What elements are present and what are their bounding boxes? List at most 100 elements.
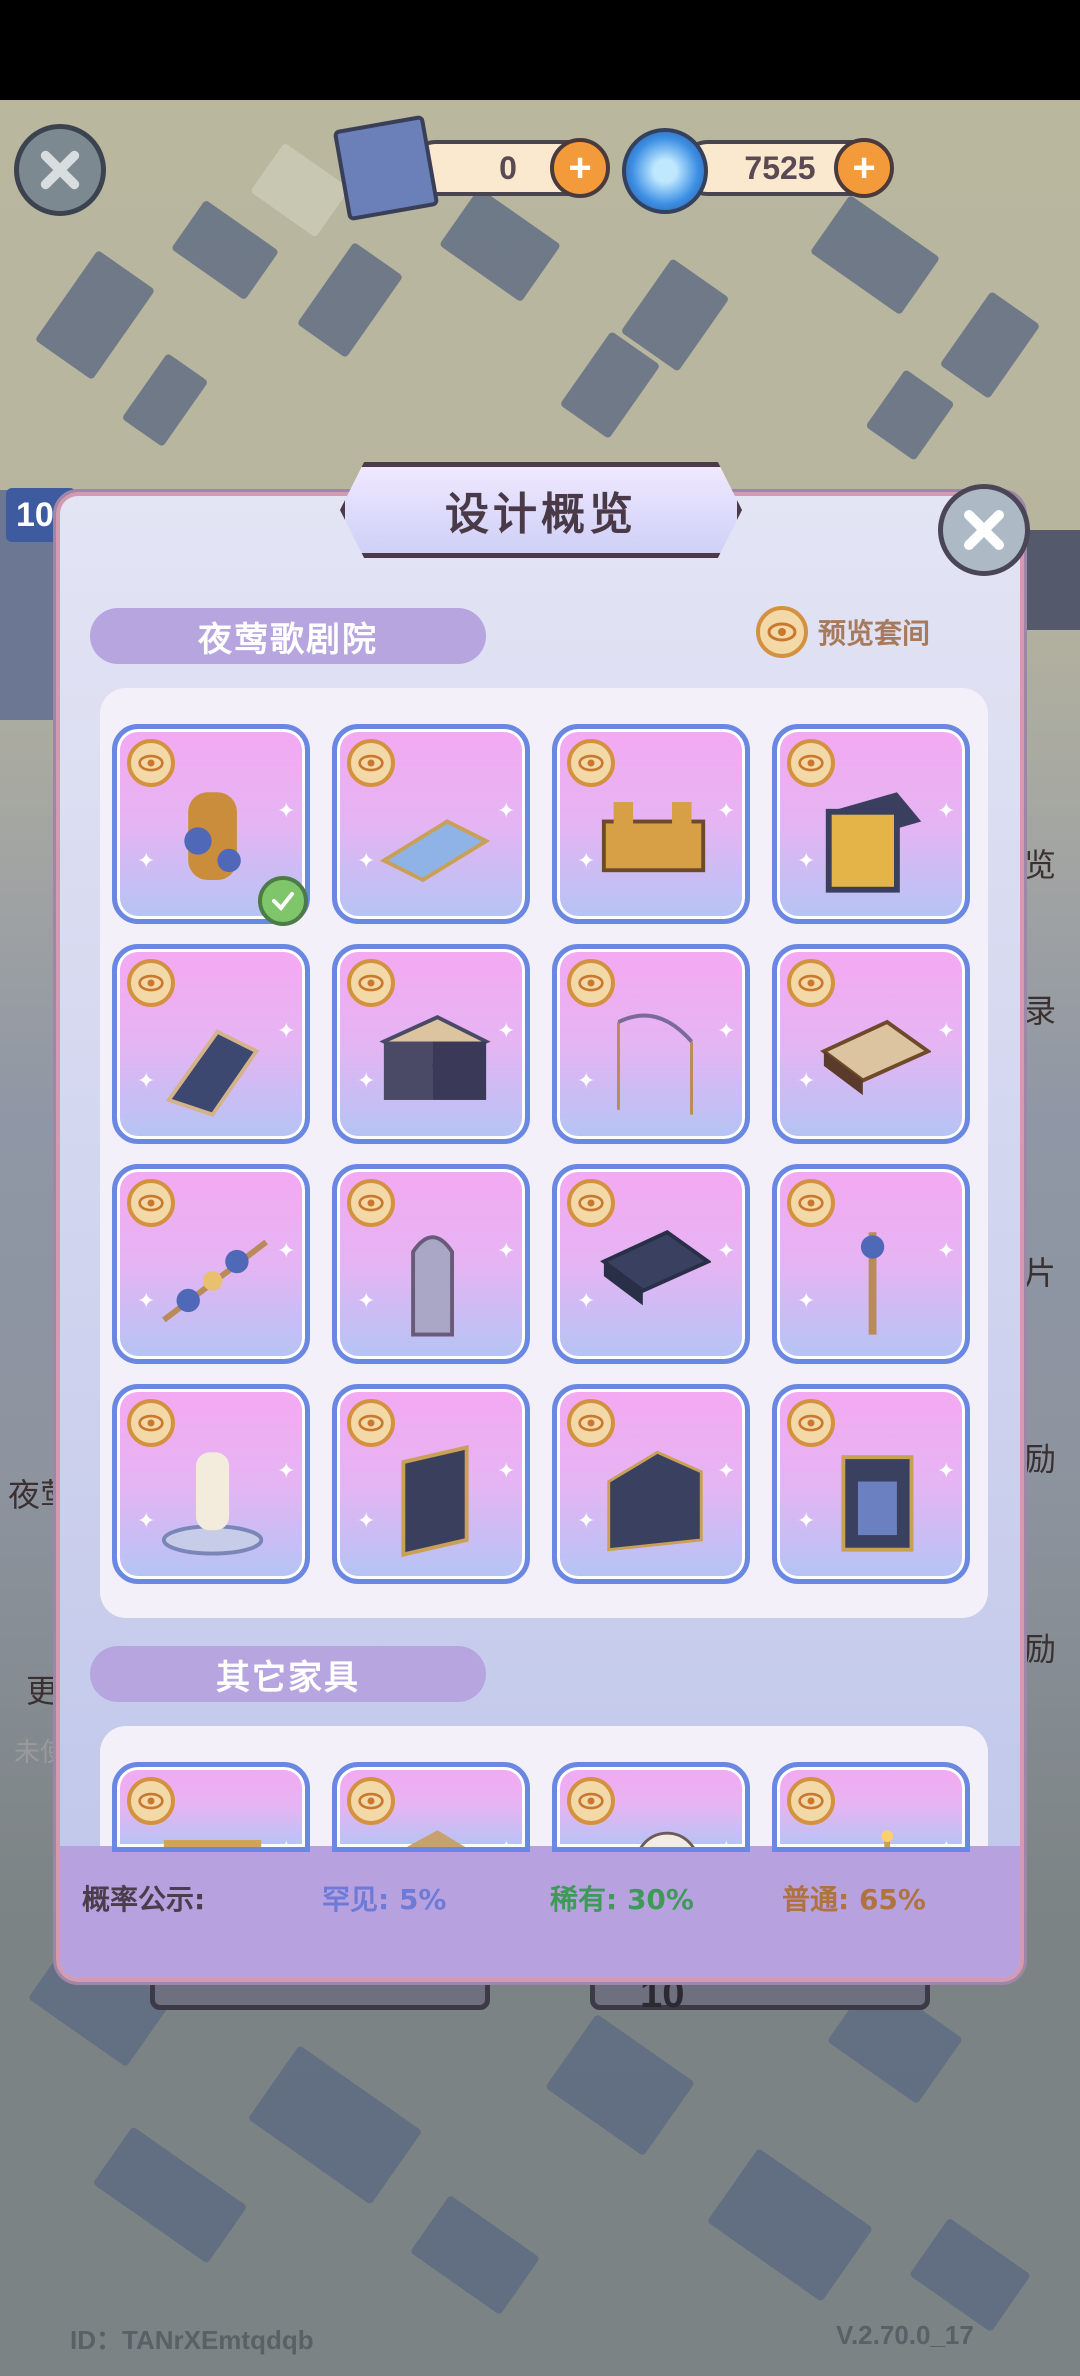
eye-icon[interactable] [127, 739, 175, 787]
other-furniture-card[interactable]: ✦✦ [772, 1762, 970, 1852]
owned-check-icon [258, 876, 308, 926]
furniture-icon [639, 1831, 695, 1847]
close-icon [964, 510, 1004, 550]
furniture-icon [165, 1029, 260, 1117]
opera-furniture-card[interactable]: ✦ ✦ [332, 1384, 530, 1584]
eye-icon[interactable] [347, 1179, 395, 1227]
eye-icon[interactable] [787, 739, 835, 787]
sparkle-icon: ✦ [357, 849, 376, 874]
opera-furniture-card[interactable]: ✦ ✦ [772, 724, 970, 924]
eye-icon[interactable] [347, 1777, 395, 1825]
scroll-count: 0 [499, 149, 517, 186]
eye-icon[interactable] [127, 1399, 175, 1447]
common-rate: 普通: 65% [782, 1883, 926, 1916]
eye-icon[interactable] [567, 739, 615, 787]
sparkle-icon: ✦ [937, 1019, 956, 1044]
sparkle-icon: ✦ [277, 1239, 296, 1264]
background-label: 励 [1024, 1630, 1057, 1668]
add-gem-button[interactable]: + [834, 138, 894, 198]
eye-icon[interactable] [127, 1777, 175, 1825]
background-label: 片 [1024, 1254, 1057, 1292]
drop-rate-label: 概率公示: [82, 1883, 206, 1916]
opera-furniture-card[interactable]: ✦ ✦ [772, 1384, 970, 1584]
eye-icon[interactable] [567, 1179, 615, 1227]
sparkle-icon: ✦ [717, 799, 736, 824]
status-bar [0, 0, 1080, 100]
opera-furniture-card[interactable]: ✦ ✦ [332, 724, 530, 924]
section-title-opera: 夜莺歌剧院 [90, 608, 486, 664]
opera-furniture-card[interactable]: ✦ ✦ [552, 944, 750, 1144]
sparkle-icon: ✦ [277, 1019, 296, 1044]
eye-icon[interactable] [127, 959, 175, 1007]
furniture-icon [601, 802, 706, 873]
background-label: 更 [26, 1672, 59, 1710]
furniture-icon [162, 1239, 268, 1323]
sparkle-icon: ✦ [497, 1239, 516, 1264]
furniture-icon [600, 1230, 711, 1306]
furniture-icon [820, 1019, 931, 1096]
eye-icon[interactable] [787, 1399, 835, 1447]
furniture-icon [163, 1840, 262, 1847]
add-scroll-button[interactable]: + [550, 138, 610, 198]
sparkle-icon: ✦ [937, 799, 956, 824]
panel-close-button[interactable] [938, 484, 1030, 576]
eye-icon[interactable] [787, 959, 835, 1007]
sparkle-icon: ✦ [277, 799, 296, 824]
sparkle-icon: ✦ [577, 849, 596, 874]
furniture-icon [411, 1235, 454, 1337]
eye-icon[interactable] [347, 739, 395, 787]
uncommon-rate: 稀有: 30% [550, 1883, 694, 1916]
sparkle-icon: ✦ [797, 1069, 816, 1094]
sparkle-icon: ✦ [357, 1509, 376, 1534]
eye-icon[interactable] [567, 1777, 615, 1825]
other-furniture-card[interactable]: ✦✦ [112, 1762, 310, 1852]
panel-title: 设计概览 [340, 462, 742, 558]
eye-icon[interactable] [567, 959, 615, 1007]
eye-icon[interactable] [127, 1179, 175, 1227]
close-icon [40, 150, 80, 190]
sparkle-icon: ✦ [277, 1459, 296, 1484]
furniture-icon [401, 1444, 469, 1558]
gem-count: 7525 [744, 149, 816, 186]
sparkle-icon: ✦ [137, 1289, 156, 1314]
opera-furniture-card[interactable]: ✦ ✦ [552, 1164, 750, 1364]
eye-icon [756, 606, 808, 658]
blueprint-scroll-icon [332, 114, 440, 222]
sparkle-icon: ✦ [717, 1019, 736, 1044]
opera-furniture-card[interactable]: ✦ ✦ [332, 1164, 530, 1364]
eye-icon[interactable] [787, 1179, 835, 1227]
opera-furniture-card[interactable]: ✦ ✦ [552, 724, 750, 924]
furniture-icon [825, 792, 922, 893]
preview-suite-button[interactable]: 预览套间 [756, 604, 930, 660]
sparkle-icon: ✦ [717, 1837, 736, 1852]
player-id: ID：TANrXEmtqdqb [70, 2325, 314, 2355]
opera-furniture-card[interactable]: ✦ ✦ [332, 944, 530, 1144]
opera-furniture-card[interactable]: ✦ ✦ [772, 1164, 970, 1364]
section-title-other: 其它家具 [90, 1646, 486, 1702]
close-button[interactable] [14, 124, 106, 216]
opera-furniture-card[interactable]: ✦ ✦ [112, 944, 310, 1144]
eye-icon[interactable] [347, 959, 395, 1007]
furniture-icon [379, 1015, 491, 1100]
sparkle-icon: ✦ [937, 1459, 956, 1484]
swirl-gem-icon [622, 128, 708, 214]
opera-furniture-card[interactable]: ✦ ✦ [772, 944, 970, 1144]
furniture-icon [406, 1830, 466, 1847]
sparkle-icon: ✦ [577, 1069, 596, 1094]
sparkle-icon: ✦ [497, 1019, 516, 1044]
furniture-icon [860, 1232, 885, 1335]
eye-icon[interactable] [787, 1777, 835, 1825]
other-furniture-card[interactable]: ✦✦ [552, 1762, 750, 1852]
opera-furniture-card[interactable]: ✦ ✦ [552, 1384, 750, 1584]
sparkle-icon: ✦ [357, 1069, 376, 1094]
furniture-icon [184, 792, 241, 880]
opera-furniture-card[interactable]: ✦ ✦ [112, 1164, 310, 1364]
furniture-icon [161, 1452, 264, 1556]
sparkle-icon: ✦ [577, 1289, 596, 1314]
preview-suite-label: 预览套间 [818, 617, 931, 650]
eye-icon[interactable] [567, 1399, 615, 1447]
opera-furniture-card[interactable]: ✦ ✦ [112, 1384, 310, 1584]
other-furniture-card[interactable]: ✦✦ [332, 1762, 530, 1852]
background-side-button [1020, 530, 1080, 630]
eye-icon[interactable] [347, 1399, 395, 1447]
